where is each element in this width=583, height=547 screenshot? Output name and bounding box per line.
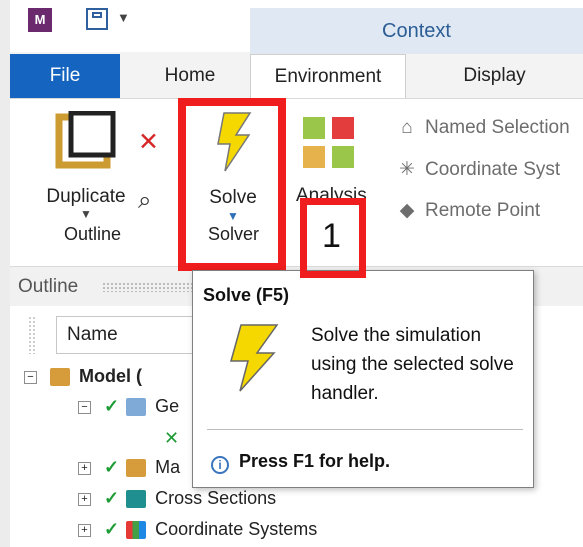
outline-title: Outline — [18, 276, 79, 297]
coordinate-systems-icon — [126, 521, 147, 540]
check-icon: ✓ — [104, 488, 120, 508]
duplicate-dropdown-icon[interactable]: ▼ — [27, 208, 145, 220]
collapse-icon[interactable]: − — [78, 400, 91, 414]
tab-environment[interactable]: Environment — [250, 54, 406, 98]
quick-access-dropdown-icon[interactable]: ▼ — [117, 10, 130, 25]
model-icon — [50, 368, 71, 387]
panel-grip[interactable] — [102, 282, 196, 292]
save-icon[interactable] — [86, 8, 108, 30]
tooltip-description: Solve the simulation using the selected … — [311, 325, 514, 404]
duplicate-label: Duplicate — [46, 186, 126, 207]
coordinate-system-icon: ✳ — [399, 159, 415, 180]
filter-grip[interactable] — [28, 316, 36, 354]
check-icon: ✓ — [104, 457, 120, 477]
geometry-icon — [126, 398, 147, 417]
expand-icon[interactable]: + — [78, 461, 91, 475]
tooltip-help: i Press F1 for help. — [211, 451, 390, 474]
delete-icon[interactable]: ✕ — [138, 127, 159, 157]
tree-item-label: Cross Sections — [155, 488, 277, 508]
cross-sections-icon — [126, 490, 147, 509]
search-icon[interactable]: ⌕ — [138, 187, 151, 215]
materials-icon — [126, 459, 147, 478]
tree-item-label: Coordinate Systems — [155, 519, 318, 539]
tree-item-child[interactable]: ✕ — [164, 428, 179, 454]
analysis-button[interactable]: Analysis — [296, 115, 367, 207]
tree-item-model[interactable]: − Model ( — [24, 366, 142, 392]
x-icon: ✕ — [164, 428, 180, 448]
lightning-icon — [230, 324, 279, 392]
ribbon-tabs: File Home Environment Display — [10, 54, 583, 98]
tree-item-coordinate-systems[interactable]: + ✓ Coordinate Systems — [78, 519, 317, 545]
tree-item-materials[interactable]: + ✓ Ma — [78, 457, 180, 483]
tooltip-title: Solve (F5) — [203, 285, 290, 305]
named-selection-label: Named Selection — [425, 117, 570, 138]
check-icon: ✓ — [104, 396, 120, 416]
duplicate-icon — [55, 111, 116, 169]
remote-point-label: Remote Point — [425, 200, 541, 221]
remote-point-icon: ◆ — [399, 200, 415, 221]
named-selection-button[interactable]: ⌂ Named Selection — [395, 117, 570, 139]
analysis-icon — [303, 117, 354, 168]
solve-tooltip: Solve (F5) Solve the simulation using th… — [192, 270, 534, 488]
ribbon: Duplicate ▼ ✕ ⌕ Solve ▼ Analysis ⌂ Named … — [10, 98, 583, 267]
app-logo: M — [28, 8, 52, 32]
duplicate-button[interactable]: Duplicate ▼ — [27, 111, 145, 220]
tree-item-label: Ma — [155, 457, 181, 477]
expand-icon[interactable]: + — [78, 492, 91, 506]
tab-home[interactable]: Home — [120, 54, 260, 98]
tree-item-label: Model ( — [79, 366, 143, 386]
name-filter-field[interactable]: Name — [56, 316, 201, 354]
step-number: 1 — [322, 217, 341, 255]
coordinate-system-button[interactable]: ✳ Coordinate Syst — [395, 158, 560, 181]
tab-display[interactable]: Display — [406, 54, 583, 98]
tooltip-divider — [207, 429, 523, 430]
outline-group-label: Outline — [64, 224, 122, 244]
tree-item-geometry[interactable]: − ✓ Ge — [78, 396, 179, 422]
info-icon: i — [211, 456, 229, 474]
tree-item-label: Ge — [155, 396, 180, 416]
named-selection-icon: ⌂ — [401, 117, 413, 138]
context-tab-group-label: Context — [250, 8, 583, 54]
expand-icon[interactable]: + — [78, 523, 91, 537]
help-text: Press F1 for help. — [239, 451, 391, 471]
coordinate-system-label: Coordinate Syst — [425, 159, 561, 180]
check-icon: ✓ — [104, 519, 120, 539]
tab-file[interactable]: File — [10, 54, 120, 98]
tree-item-cross-sections[interactable]: + ✓ Cross Sections — [78, 488, 276, 514]
remote-point-button[interactable]: ◆ Remote Point — [395, 199, 540, 222]
collapse-icon[interactable]: − — [24, 370, 37, 384]
solve-highlight-box — [178, 98, 286, 271]
